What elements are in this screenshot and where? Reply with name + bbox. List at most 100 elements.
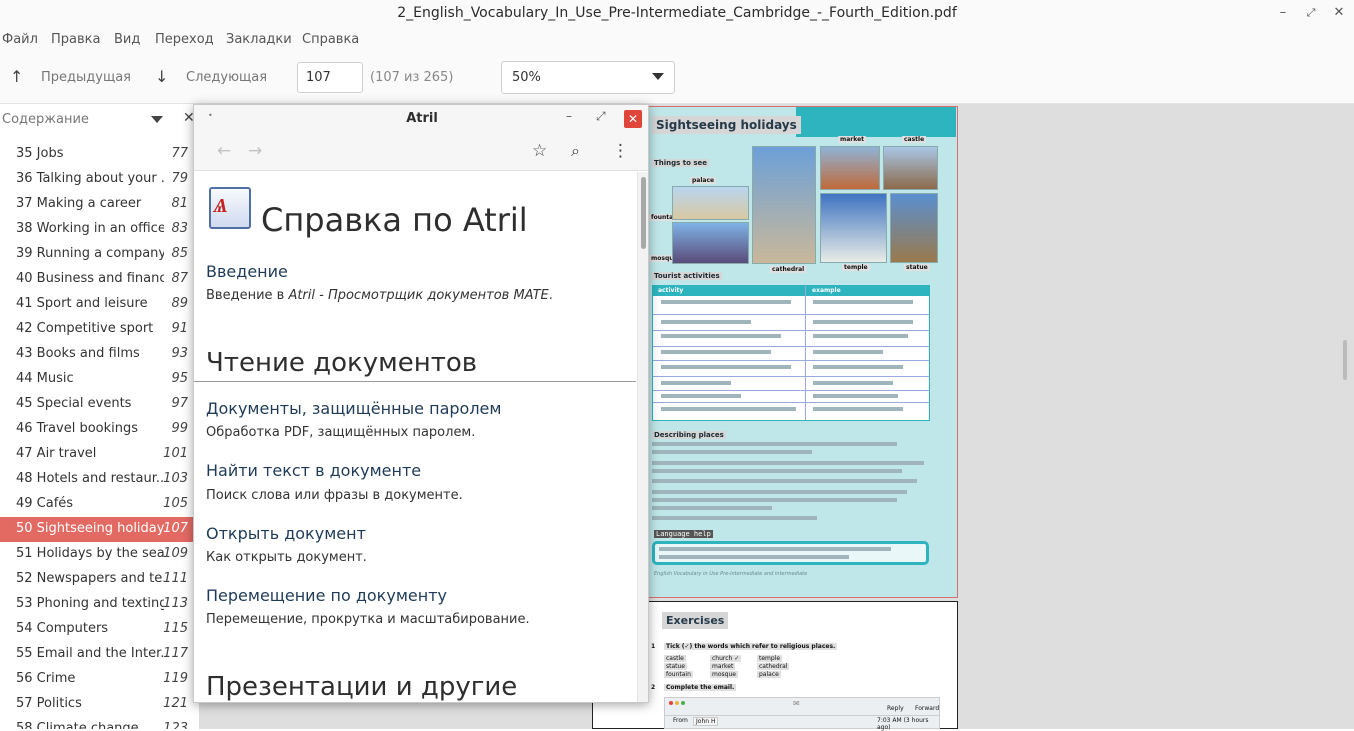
help-link-intro[interactable]: Введение bbox=[206, 262, 288, 281]
zoom-select[interactable]: 50% bbox=[501, 61, 675, 94]
minimize-icon[interactable]: – bbox=[1273, 3, 1293, 23]
maximize-icon[interactable]: ⤢ bbox=[1301, 3, 1321, 23]
page-footer-note: English Vocabulary in Use Pre-intermedia… bbox=[654, 571, 808, 577]
bookmark-star-icon[interactable]: ☆ bbox=[532, 141, 547, 161]
next-page-button[interactable]: Следующая bbox=[186, 70, 267, 85]
help-link-open-document[interactable]: Открыть документ bbox=[206, 524, 366, 543]
sidebar-item[interactable]: 55 Email and the Inter... 117 bbox=[0, 642, 199, 667]
table-row-line bbox=[653, 360, 929, 361]
sidebar-item-page: 93 bbox=[171, 346, 188, 361]
table-text bbox=[813, 381, 893, 385]
menu-icon[interactable]: ⋮ bbox=[612, 141, 629, 161]
exercise-1-instruction: Tick (✓) the words which refer to religi… bbox=[664, 643, 838, 650]
photo-mosque bbox=[672, 222, 749, 264]
sidebar-item[interactable]: 37 Making a career 81 bbox=[0, 192, 199, 217]
close-icon[interactable]: ✕ bbox=[1329, 3, 1349, 23]
sidebar-item[interactable]: 46 Travel bookings 99 bbox=[0, 417, 199, 442]
chevron-down-icon[interactable] bbox=[151, 116, 163, 123]
photo-cathedral bbox=[752, 146, 816, 264]
sidebar-item[interactable]: 39 Running a company 85 bbox=[0, 242, 199, 267]
sidebar-item[interactable]: 41 Sport and leisure 89 bbox=[0, 292, 199, 317]
email-reply-button: Reply bbox=[887, 705, 904, 712]
exercise-word: palace bbox=[757, 671, 781, 678]
exercise-word: castle bbox=[664, 655, 686, 662]
sidebar-item-label: 58 Climate change bbox=[16, 721, 139, 729]
chevron-down-icon bbox=[652, 73, 664, 80]
sidebar-item[interactable]: 56 Crime 119 bbox=[0, 667, 199, 692]
sidebar-item-page: 89 bbox=[171, 296, 188, 311]
sidebar-item[interactable]: 57 Politics 121 bbox=[0, 692, 199, 717]
email-divider bbox=[665, 715, 939, 716]
previous-page-button[interactable]: Предыдущая bbox=[41, 70, 131, 85]
sidebar-item[interactable]: 51 Holidays by the sea 109 bbox=[0, 542, 199, 567]
sidebar-item-page: 121 bbox=[163, 696, 188, 711]
caption-palace: palace bbox=[690, 177, 717, 184]
exercise-word: market bbox=[710, 663, 736, 670]
toolbar: ↑ Предыдущая ↓ Следующая (107 из 265) 50… bbox=[0, 52, 1354, 104]
atril-logo-mark: Ѧ bbox=[214, 193, 228, 217]
sidebar-item-page: 107 bbox=[163, 521, 188, 536]
sidebar-item-label: 43 Books and films bbox=[16, 346, 140, 361]
page-number-input[interactable] bbox=[297, 62, 363, 93]
sidebar-item-label: 42 Competitive sport bbox=[16, 321, 154, 336]
sidebar-item[interactable]: 48 Hotels and restaur... 103 bbox=[0, 467, 199, 492]
arrow-up-icon[interactable]: ↑ bbox=[10, 67, 23, 86]
help-scrollbar-thumb[interactable] bbox=[641, 177, 646, 249]
sidebar-item-label: 57 Politics bbox=[16, 696, 82, 711]
exercise-number-1: 1 bbox=[651, 643, 656, 650]
sidebar-item[interactable]: 45 Special events 97 bbox=[0, 392, 199, 417]
table-header-example: example bbox=[812, 287, 841, 294]
menu-go[interactable]: Переход bbox=[155, 32, 214, 47]
document-scrollbar[interactable] bbox=[1343, 340, 1347, 380]
help-link-find-text[interactable]: Найти текст в документе bbox=[206, 461, 421, 480]
sidebar-item[interactable]: 53 Phoning and texting 113 bbox=[0, 592, 199, 617]
table-text bbox=[813, 407, 903, 411]
sidebar-item[interactable]: 52 Newspapers and te... 111 bbox=[0, 567, 199, 592]
sidebar-item[interactable]: 47 Air travel 101 bbox=[0, 442, 199, 467]
sidebar-item[interactable]: 54 Computers 115 bbox=[0, 617, 199, 642]
exercise-word: fountain bbox=[664, 671, 693, 678]
yellow-dot-icon bbox=[675, 701, 679, 705]
sidebar-contents: Содержание ✕ 35 Jobs 77 36 Talking about y… bbox=[0, 104, 200, 729]
table-text bbox=[661, 320, 751, 324]
menu-edit[interactable]: Правка bbox=[51, 32, 100, 47]
sidebar-item[interactable]: 44 Music 95 bbox=[0, 367, 199, 392]
menu-help[interactable]: Справка bbox=[302, 32, 359, 47]
menu-view[interactable]: Вид bbox=[114, 32, 140, 47]
sidebar-item[interactable]: 38 Working in an office 83 bbox=[0, 217, 199, 242]
sidebar-item[interactable]: 50 Sightseeing holidays 107 bbox=[0, 517, 199, 542]
table-text bbox=[813, 350, 883, 354]
sidebar-item[interactable]: 36 Talking about your ... 79 bbox=[0, 167, 199, 192]
page-text bbox=[652, 506, 772, 510]
sidebar-item[interactable]: 58 Climate change 123 bbox=[0, 717, 199, 729]
sidebar-item-page: 95 bbox=[171, 371, 188, 386]
green-dot-icon bbox=[681, 701, 685, 705]
help-scrollbar[interactable] bbox=[637, 172, 648, 702]
search-icon[interactable]: ⌕ bbox=[571, 141, 580, 161]
sidebar-item[interactable]: 49 Cafés 105 bbox=[0, 492, 199, 517]
caption-cathedral: cathedral bbox=[770, 266, 807, 273]
sidebar-item-label: 38 Working in an office bbox=[16, 221, 164, 236]
maximize-icon[interactable]: ⤢ bbox=[596, 109, 606, 124]
menu-bookmarks[interactable]: Закладки bbox=[226, 32, 292, 47]
help-window-title: Atril bbox=[406, 111, 438, 126]
close-icon[interactable]: ✕ bbox=[624, 110, 642, 128]
sidebar-item[interactable]: 43 Books and films 93 bbox=[0, 342, 199, 367]
table-text bbox=[661, 334, 781, 338]
minimize-icon[interactable]: – bbox=[566, 109, 572, 123]
sidebar-item[interactable]: 35 Jobs 77 bbox=[0, 142, 199, 167]
sidebar-item-page: 111 bbox=[163, 571, 188, 586]
help-link-navigation[interactable]: Перемещение по документу bbox=[206, 586, 447, 605]
page-header-band bbox=[796, 107, 956, 137]
arrow-down-icon[interactable]: ↓ bbox=[155, 67, 168, 86]
back-arrow-icon[interactable]: ← bbox=[217, 141, 231, 161]
menu-file[interactable]: Файл bbox=[2, 32, 38, 47]
sidebar-title[interactable]: Содержание bbox=[2, 112, 89, 127]
sidebar-item[interactable]: 40 Business and finance 87 bbox=[0, 267, 199, 292]
sidebar-item-page: 99 bbox=[171, 421, 188, 436]
help-link-password[interactable]: Документы, защищённые паролем bbox=[206, 399, 501, 418]
exercise-2-instruction: Complete the email. bbox=[664, 684, 737, 691]
sidebar-item[interactable]: 42 Competitive sport 91 bbox=[0, 317, 199, 342]
sidebar-item-page: 109 bbox=[163, 546, 188, 561]
forward-arrow-icon[interactable]: → bbox=[248, 141, 262, 161]
